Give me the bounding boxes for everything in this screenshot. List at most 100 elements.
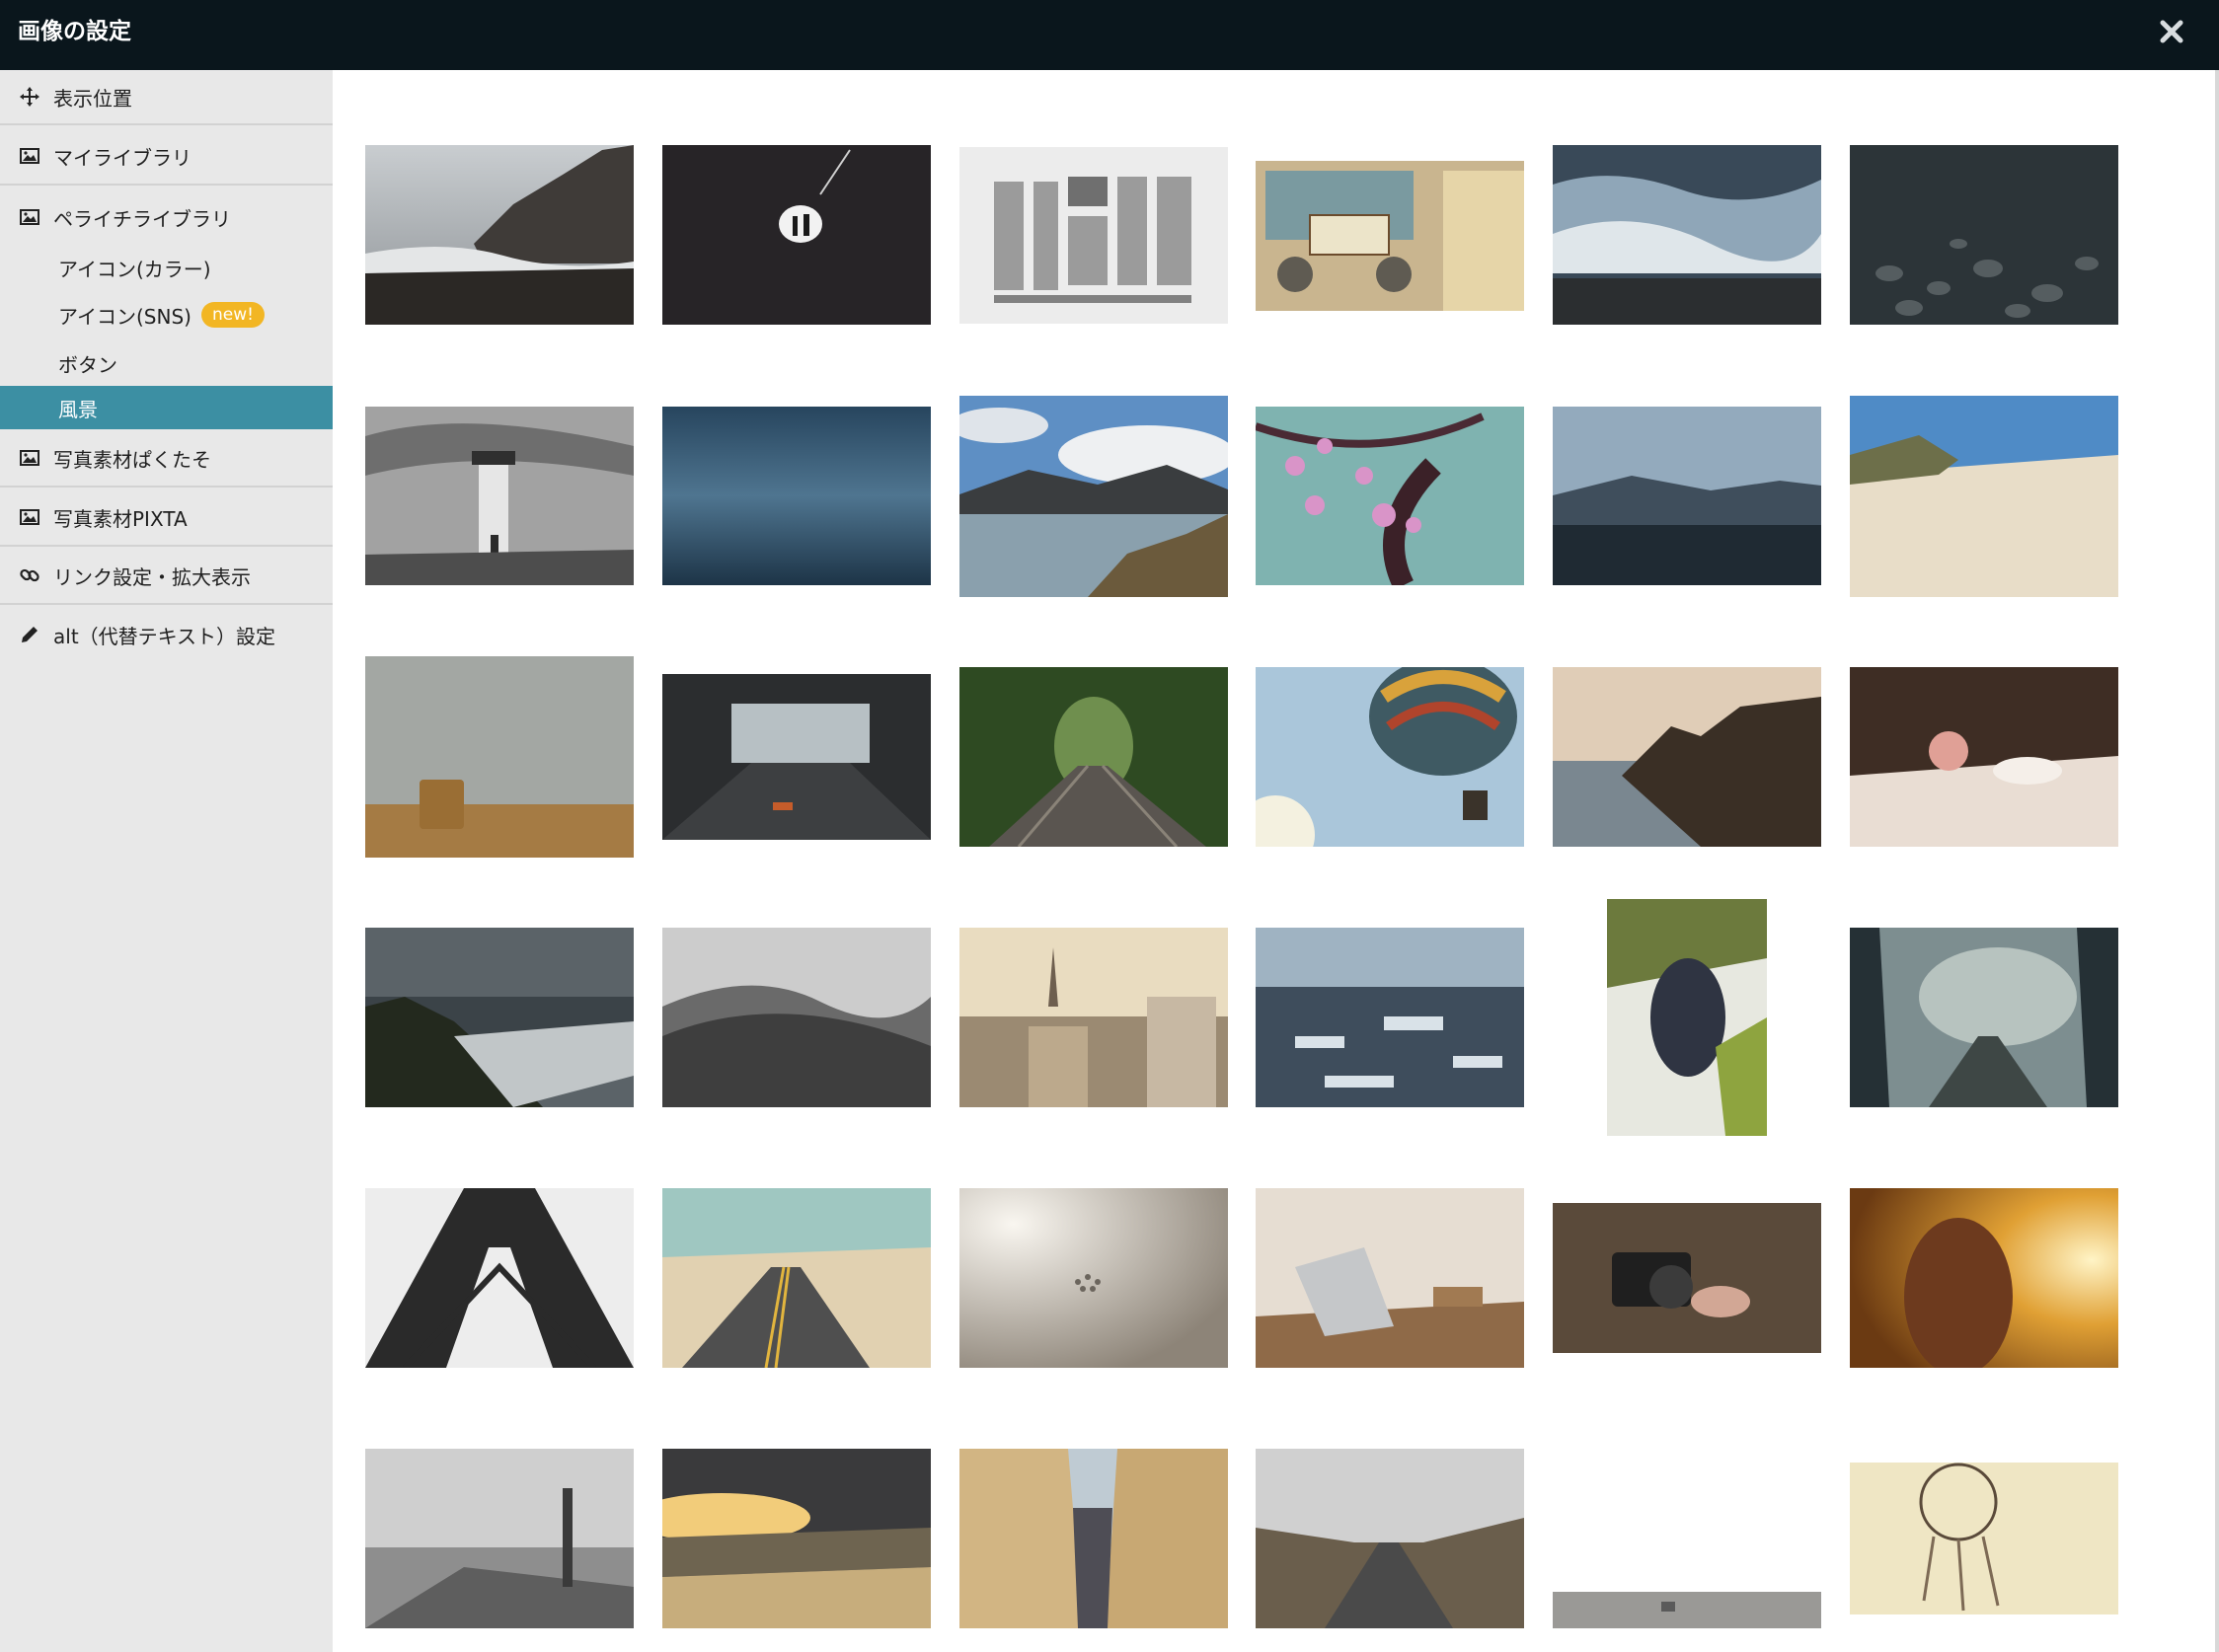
sidebar-item-label: alt（代替テキスト）設定 xyxy=(53,624,276,648)
gallery-image[interactable] xyxy=(959,1449,1228,1628)
narrow-street-image xyxy=(959,1449,1228,1628)
pier-image xyxy=(365,1449,634,1628)
sidebar-item-label: アイコン(カラー) xyxy=(58,257,211,281)
divider xyxy=(0,486,333,488)
move-icon xyxy=(20,87,39,107)
sidebar-item-label: 表示位置 xyxy=(53,86,132,111)
sidebar-item-display-position[interactable]: 表示位置 xyxy=(0,75,333,118)
gallery-image[interactable] xyxy=(1553,1203,1821,1353)
coastal-cliffs-image xyxy=(365,145,634,325)
water-surface-image xyxy=(662,407,931,585)
gallery-image[interactable] xyxy=(662,928,931,1107)
tunnel-image xyxy=(662,674,931,840)
gallery-image[interactable] xyxy=(1256,667,1524,847)
gallery-image[interactable] xyxy=(1256,928,1524,1107)
gallery-image[interactable] xyxy=(662,145,931,325)
gallery-image[interactable] xyxy=(959,1188,1228,1368)
cherry-blossom-image xyxy=(1256,407,1524,585)
forest-railway-image xyxy=(959,667,1228,847)
tuk-tuk-image xyxy=(1256,161,1524,311)
gallery-image[interactable] xyxy=(365,928,634,1107)
camera-hands-image xyxy=(1553,1203,1821,1353)
sidebar-item-link-settings[interactable]: リンク設定・拡大表示 xyxy=(0,554,333,597)
gallery-image[interactable] xyxy=(1607,899,1767,1136)
sidebar-item-alt-settings[interactable]: alt（代替テキスト）設定 xyxy=(0,613,333,656)
pencil-icon xyxy=(22,627,38,642)
gallery-image[interactable] xyxy=(1850,145,2118,325)
link-icon xyxy=(20,568,39,582)
valley-road-image xyxy=(1256,1449,1524,1628)
fjord-image xyxy=(1553,407,1821,585)
gallery-image[interactable] xyxy=(959,396,1228,597)
gallery-image[interactable] xyxy=(1553,145,1821,325)
gallery-image[interactable] xyxy=(1256,1188,1524,1368)
gallery-image[interactable] xyxy=(365,1449,634,1628)
sidebar-item-label: マイライブラリ xyxy=(53,145,191,170)
sidebar-item-label: ペライチライブラリ xyxy=(53,206,231,231)
gallery-image[interactable] xyxy=(1850,667,2118,847)
hazy-sky-image xyxy=(959,1188,1228,1368)
sidebar-item-pakutaso[interactable]: 写真素材ぱくたそ xyxy=(0,436,333,480)
gallery-image[interactable] xyxy=(662,674,931,840)
dreamcatcher-image xyxy=(1850,1463,2118,1614)
hot-air-balloon-image xyxy=(1256,667,1524,847)
girl-field-image xyxy=(1850,1188,2118,1368)
gallery-image[interactable] xyxy=(1553,407,1821,585)
steel-tower-image xyxy=(365,1188,634,1368)
sidebar-item-my-library[interactable]: マイライブラリ xyxy=(0,134,333,178)
gallery-image[interactable] xyxy=(959,667,1228,847)
gallery-image[interactable] xyxy=(365,656,634,858)
typography-image xyxy=(959,147,1228,324)
gallery-image[interactable] xyxy=(1553,1449,1821,1628)
sidebar-item-label: 写真素材ぱくたそ xyxy=(53,447,211,472)
sidebar-item-icon-sns[interactable]: アイコン(SNS) new! xyxy=(0,293,333,337)
modal-title: 画像の設定 xyxy=(18,19,131,44)
gallery-image[interactable] xyxy=(959,928,1228,1107)
close-button[interactable] xyxy=(2150,10,2193,53)
gallery-image[interactable] xyxy=(1553,667,1821,847)
foggy-field-image xyxy=(365,656,634,858)
image-icon xyxy=(20,450,39,466)
ocean-waves-image xyxy=(1553,145,1821,325)
close-icon xyxy=(2160,20,2183,43)
gallery-image[interactable] xyxy=(1850,928,2118,1107)
stormy-coast-image xyxy=(365,928,634,1107)
gallery-image[interactable] xyxy=(1850,1463,2118,1614)
divider xyxy=(0,123,333,125)
gallery-image[interactable] xyxy=(662,1449,931,1628)
gallery-image[interactable] xyxy=(1850,1188,2118,1368)
modal-header: 画像の設定 xyxy=(0,0,2219,70)
new-badge: new! xyxy=(200,302,265,328)
gallery-image[interactable] xyxy=(1256,1449,1524,1628)
divider xyxy=(0,184,333,186)
image-icon xyxy=(20,509,39,525)
gallery-image[interactable] xyxy=(959,147,1228,324)
grapes-image xyxy=(1607,899,1767,1136)
sea-cliffs-image xyxy=(1553,667,1821,847)
gallery-image[interactable] xyxy=(1850,396,2118,597)
image-icon xyxy=(20,148,39,164)
sidebar-item-pixta[interactable]: 写真素材PIXTA xyxy=(0,495,333,539)
sidebar-item-landscape[interactable]: 風景 xyxy=(0,386,333,429)
desert-road-image xyxy=(662,1188,931,1368)
gallery-image[interactable] xyxy=(1256,161,1524,311)
gallery-image[interactable] xyxy=(1256,407,1524,585)
gallery-image[interactable] xyxy=(662,407,931,585)
sidebar-item-peraichi-library[interactable]: ペライチライブラリ xyxy=(0,195,333,239)
gallery-image[interactable] xyxy=(662,1188,931,1368)
lighthouse-image xyxy=(365,407,634,585)
city-rooftops-image xyxy=(959,928,1228,1107)
divider xyxy=(0,545,333,547)
snowy-town-image xyxy=(1256,928,1524,1107)
gallery-image[interactable] xyxy=(365,1188,634,1368)
laptop-desk-image xyxy=(1256,1188,1524,1368)
pebbles-image xyxy=(1850,145,2118,325)
sidebar-item-buttons[interactable]: ボタン xyxy=(0,341,333,385)
gallery-image[interactable] xyxy=(365,145,634,325)
dark-cave-image xyxy=(662,145,931,325)
misty-forest-image xyxy=(1850,928,2118,1107)
gallery-image[interactable] xyxy=(365,407,634,585)
scrollbar[interactable] xyxy=(2215,70,2219,1652)
sidebar-item-icon-color[interactable]: アイコン(カラー) xyxy=(0,246,333,289)
sunset-beach-image xyxy=(662,1449,931,1628)
